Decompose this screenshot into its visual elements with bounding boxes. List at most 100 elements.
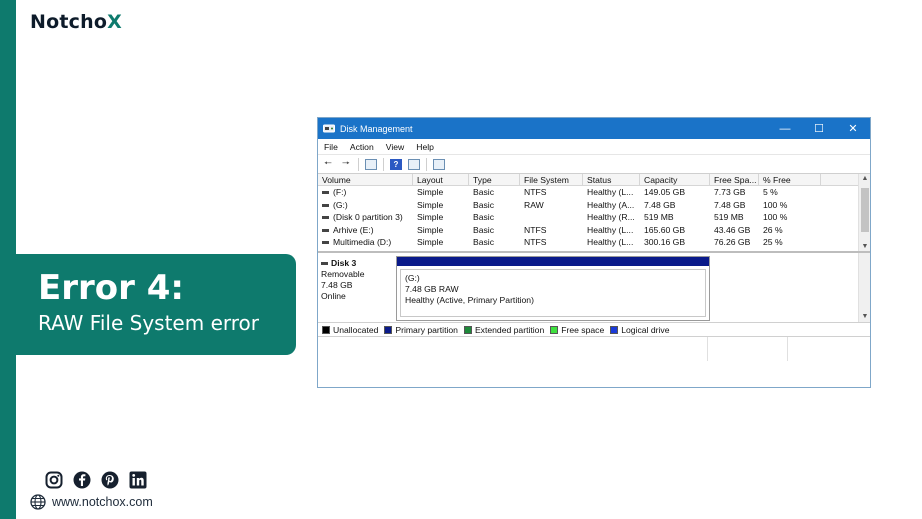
volume-cell: (F:) [318, 186, 413, 199]
table-row[interactable]: Arhive (E:) Simple Basic NTFS Healthy (L… [318, 224, 870, 237]
status-bar-pane [708, 337, 788, 361]
legend-item: Unallocated [322, 325, 378, 335]
column-header-status[interactable]: Status [583, 174, 640, 185]
disk-icon [321, 262, 328, 266]
properties-icon[interactable] [365, 158, 377, 170]
scrollbar-thumb[interactable] [861, 188, 869, 232]
volume-icon [322, 216, 329, 220]
file-system-cell: RAW [524, 199, 544, 210]
file-system-cell [520, 211, 583, 224]
column-header-volume[interactable]: Volume [318, 174, 413, 185]
scroll-down-icon[interactable]: ▼ [859, 243, 870, 250]
toolbar: 🠔 🠖 ? [318, 155, 870, 174]
volume-cell: (Disk 0 partition 3) [318, 211, 413, 224]
table-row[interactable]: (F:) Simple Basic NTFS Healthy (L... 149… [318, 186, 870, 199]
capacity-cell: 149.05 GB [644, 187, 686, 197]
free-space-cell: 519 MB [714, 212, 744, 222]
layout-cell: Simple [417, 187, 444, 197]
layout-cell: Simple [417, 212, 444, 222]
volume-list-header: Volume Layout Type File System Status Ca… [318, 174, 870, 186]
column-header-file-system[interactable]: File System [520, 174, 583, 185]
legend-swatch [610, 325, 619, 334]
legend-swatch [550, 325, 559, 334]
status-cell: Healthy (L... [587, 237, 634, 247]
status-cell: Healthy (L... [587, 187, 634, 197]
disk-map-scrollbar[interactable]: ▼ [858, 253, 870, 322]
minimize-button[interactable]: — [768, 118, 802, 139]
status-bar [318, 337, 870, 361]
file-system-cell: NTFS [524, 237, 547, 247]
status-cell: Healthy (R... [587, 212, 635, 222]
legend-swatch [463, 325, 472, 334]
table-row[interactable]: Multimedia (D:) Simple Basic NTFS Health… [318, 236, 870, 249]
capacity-cell: 300.16 GB [644, 237, 686, 247]
column-header-type[interactable]: Type [469, 174, 520, 185]
help-icon[interactable]: ? [390, 158, 402, 170]
disk-map: Disk 3 Removable 7.48 GB Online (G:) 7.4… [318, 253, 870, 323]
percent-free-cell: 5 % [763, 187, 778, 197]
menu-file[interactable]: File [324, 142, 338, 152]
menu-action[interactable]: Action [350, 142, 374, 152]
disk-management-app-icon [323, 124, 335, 133]
console-icon[interactable] [408, 158, 420, 170]
disk-kind: Removable [321, 269, 365, 279]
linkedin-icon[interactable] [128, 470, 147, 489]
list-view-icon[interactable] [433, 158, 445, 170]
table-row[interactable]: (Disk 0 partition 3) Simple Basic Health… [318, 211, 870, 224]
legend-item: Extended partition [463, 325, 544, 335]
layout-cell: Simple [417, 224, 444, 235]
volume-icon [322, 191, 329, 195]
percent-free-cell: 100 % [763, 212, 788, 222]
pinterest-icon[interactable] [100, 470, 119, 489]
type-cell: Basic [473, 187, 495, 197]
error-subtitle: RAW File System error [38, 311, 259, 335]
scroll-down-icon[interactable]: ▼ [859, 313, 870, 320]
facebook-icon[interactable] [72, 470, 91, 489]
capacity-cell: 7.48 GB [644, 199, 676, 210]
partition-block[interactable]: (G:) 7.48 GB RAW Healthy (Active, Primar… [396, 256, 710, 321]
forward-arrow-icon[interactable]: 🠖 [340, 158, 352, 170]
column-header-free-space[interactable]: Free Spa... [710, 174, 759, 185]
social-links [44, 470, 147, 489]
volume-icon [322, 203, 329, 207]
legend-swatch [322, 325, 330, 334]
volume-icon [322, 241, 329, 245]
disk-state: Online [321, 291, 346, 301]
back-arrow-icon[interactable]: 🠔 [322, 158, 334, 170]
error-card: Error 4: RAW File System error [16, 254, 296, 355]
type-cell: Basic [473, 237, 495, 247]
type-cell: Basic [473, 199, 495, 210]
column-header-layout[interactable]: Layout [413, 174, 469, 185]
legend-item: Free space [550, 325, 604, 335]
legend-item: Primary partition [384, 325, 458, 335]
free-space-cell: 7.48 GB [714, 199, 746, 210]
window-titlebar[interactable]: Disk Management — ☐ ✕ [318, 118, 870, 139]
percent-free-cell: 26 % [763, 224, 783, 235]
menu-view[interactable]: View [386, 142, 404, 152]
instagram-icon[interactable] [44, 470, 63, 489]
disk-management-window: Disk Management — ☐ ✕ File Action View H… [317, 117, 871, 388]
percent-free-cell: 25 % [763, 237, 783, 247]
website-link[interactable]: www.notchox.com [30, 494, 153, 510]
volume-list: Volume Layout Type File System Status Ca… [318, 174, 870, 253]
scroll-up-icon[interactable]: ▲ [859, 175, 870, 182]
column-header-capacity[interactable]: Capacity [640, 174, 710, 185]
volume-cell: Arhive (E:) [318, 224, 413, 237]
free-space-cell: 7.73 GB [714, 187, 746, 197]
partition-details: (G:) 7.48 GB RAW Healthy (Active, Primar… [400, 269, 706, 317]
website-text: www.notchox.com [52, 495, 153, 509]
table-row[interactable]: (G:) Simple Basic RAW Healthy (A... 7.48… [318, 199, 870, 212]
maximize-button[interactable]: ☐ [802, 118, 836, 139]
column-header-percent-free[interactable]: % Free [759, 174, 821, 185]
file-system-cell: NTFS [524, 224, 547, 235]
partition-label: (G:) [405, 273, 420, 283]
disk-info[interactable]: Disk 3 Removable 7.48 GB Online [321, 258, 393, 302]
status-bar-pane [318, 337, 708, 361]
close-button[interactable]: ✕ [836, 118, 870, 139]
menu-help[interactable]: Help [416, 142, 434, 152]
volume-list-scrollbar[interactable]: ▲ ▼ [858, 174, 870, 251]
partition-size-fs: 7.48 GB RAW [405, 284, 459, 294]
status-cell: Healthy (L... [587, 224, 634, 235]
capacity-cell: 519 MB [644, 212, 674, 222]
volume-cell: (G:) [318, 199, 413, 212]
